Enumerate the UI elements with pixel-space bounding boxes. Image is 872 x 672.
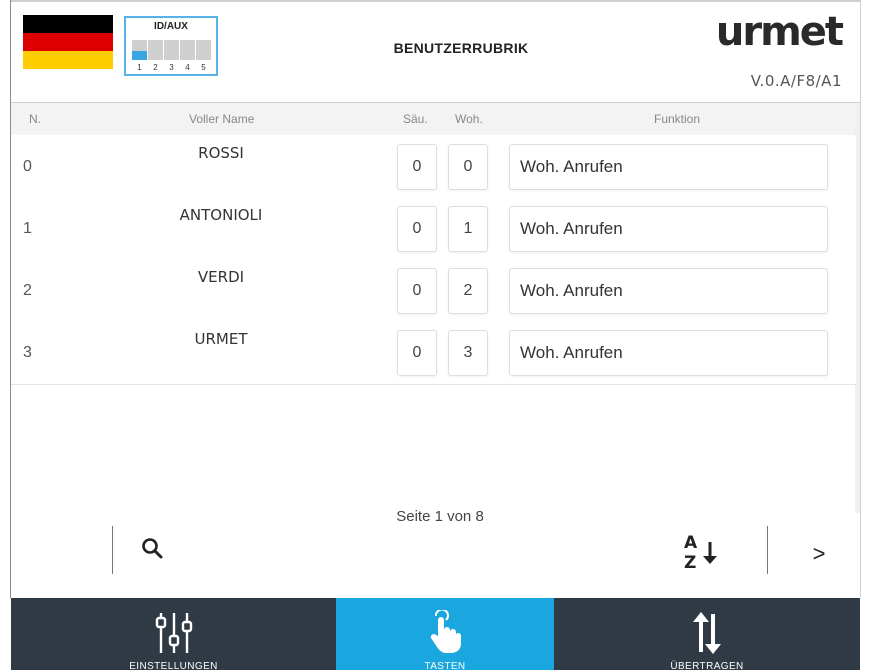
column-header-full-name: Voller Name [189,112,255,126]
function-field[interactable]: Woh. Anrufen [509,330,828,376]
page-title: BENUTZERRUBRIK [393,40,529,56]
transfer-arrows-icon [693,612,721,654]
svg-text:Z: Z [684,553,696,572]
firmware-version: V.0.A/F8/A1 [750,72,842,90]
nav-label-settings: EINSTELLUNGEN [129,661,218,672]
nav-label-buttons: TASTEN [424,661,466,672]
table-header: N. Voller Name Säu. Woh. Funktion [11,103,856,135]
search-button[interactable] [140,536,170,566]
dip-number: 3 [169,63,174,72]
nav-tab-buttons[interactable]: TASTEN [336,598,554,672]
table-row[interactable]: 2 VERDI 0 2 Woh. Anrufen [11,260,856,323]
row-number: 3 [23,344,32,361]
column-field[interactable]: 0 [397,268,437,314]
dip-switch-2 [148,40,163,60]
apartment-field[interactable]: 3 [448,330,488,376]
dip-switch-5 [196,40,211,60]
dip-number: 5 [201,63,206,72]
apartment-field[interactable]: 2 [448,268,488,314]
sort-az-icon: A Z [684,533,717,573]
flag-stripe-gold [23,51,113,69]
dip-switch-row [132,40,211,60]
sort-alphabetical-button[interactable]: A Z [680,530,724,573]
apartment-field[interactable]: 1 [448,206,488,252]
function-field[interactable]: Woh. Anrufen [509,206,828,252]
dip-switch-1 [132,40,147,60]
next-page-button[interactable]: > [805,540,833,568]
column-header-number: N. [29,112,41,126]
window-right-border [860,0,872,598]
column-header-column: Säu. [403,112,428,126]
column-field[interactable]: 0 [397,144,437,190]
toolbar-divider [112,526,113,574]
window-left-border [0,0,11,598]
germany-flag-icon[interactable] [23,15,113,69]
id-aux-dip-switch[interactable]: ID/AUX 1 2 3 4 5 [124,16,218,76]
touch-hand-icon [430,610,461,653]
row-full-name: ROSSI [198,144,244,162]
row-full-name: ANTONIOLI [179,206,263,224]
dip-number: 1 [137,63,142,72]
table-row[interactable]: 0 ROSSI 0 0 Woh. Anrufen [11,136,856,199]
row-full-name: VERDI [197,268,245,286]
nav-label-transfer: ÜBERTRAGEN [670,661,744,672]
column-field[interactable]: 0 [397,206,437,252]
id-aux-label: ID/AUX [154,21,188,32]
svg-text:A: A [684,533,698,553]
search-icon [142,538,163,559]
row-full-name: URMET [194,330,248,348]
dip-number: 4 [185,63,190,72]
column-header-function: Funktion [654,112,701,126]
table-row[interactable]: 1 ANTONIOLI 0 1 Woh. Anrufen [11,198,856,261]
dip-number: 2 [153,63,158,72]
sliders-icon [155,613,192,653]
nav-tab-settings[interactable]: EINSTELLUNGEN [11,598,336,672]
apartment-field[interactable]: 0 [448,144,488,190]
row-number: 0 [23,158,32,175]
dip-switch-numbers: 1 2 3 4 5 [132,63,211,72]
toolbar-divider [767,526,768,574]
function-field[interactable]: Woh. Anrufen [509,144,828,190]
flag-stripe-red [23,33,113,51]
dip-switch-4 [180,40,195,60]
flag-stripe-black [23,15,113,33]
urmet-logo: urmet [715,9,844,55]
dip-switch-3 [164,40,179,60]
function-field[interactable]: Woh. Anrufen [509,268,828,314]
column-header-apartment: Woh. [455,112,483,126]
column-field[interactable]: 0 [397,330,437,376]
table-row[interactable]: 3 URMET 0 3 Woh. Anrufen [11,322,856,385]
row-number: 1 [23,220,32,237]
header: ID/AUX 1 2 3 4 5 BENUTZERRUBRIK urmet V.… [11,2,860,103]
nav-tab-transfer[interactable]: ÜBERTRAGEN [554,598,860,672]
page-indicator: Seite 1 von 8 [396,508,484,525]
row-number: 2 [23,282,32,299]
bottom-navigation: EINSTELLUNGEN TASTEN ÜBERTRAGEN [11,598,860,672]
